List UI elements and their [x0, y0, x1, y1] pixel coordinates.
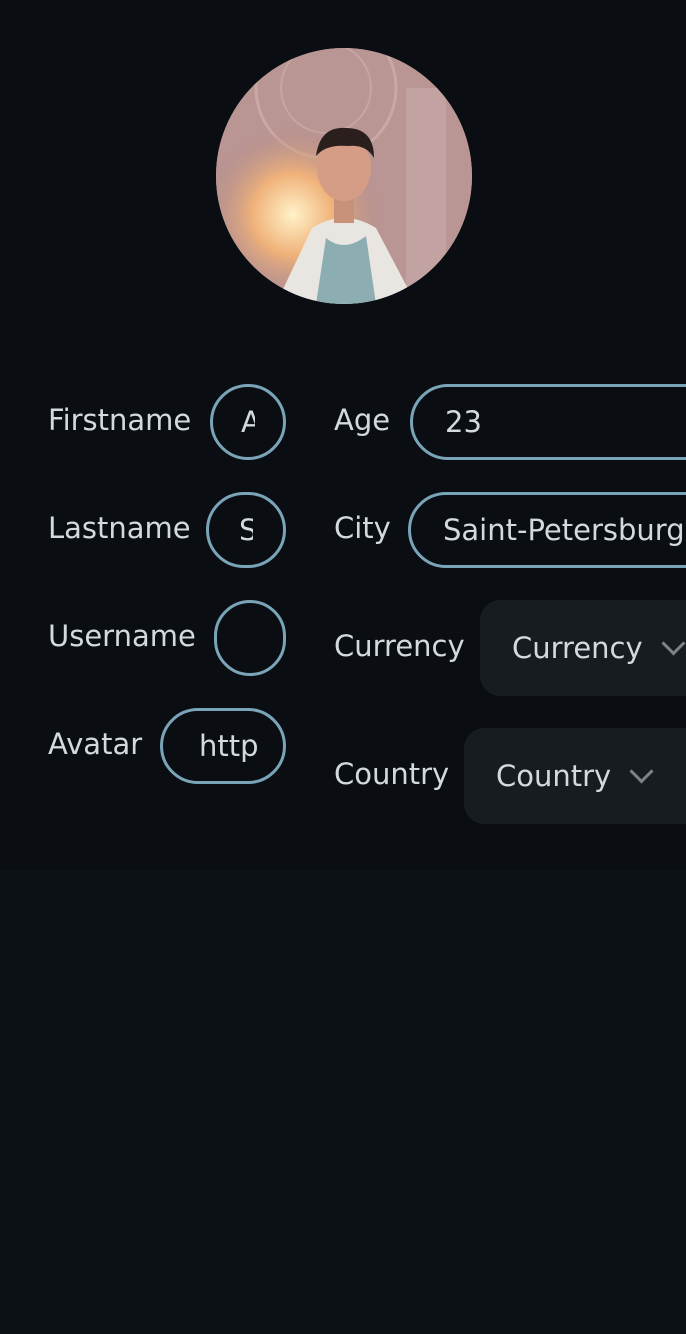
currency-selected-value: Currency — [512, 631, 643, 665]
firstname-label: Firstname — [48, 403, 192, 437]
city-field[interactable] — [408, 492, 686, 568]
avatar-url-field[interactable] — [160, 708, 286, 784]
country-select[interactable]: Country — [464, 728, 686, 824]
age-label: Age — [334, 403, 391, 437]
chevron-down-icon — [661, 631, 686, 656]
username-label: Username — [48, 619, 196, 653]
currency-select[interactable]: Currency — [480, 600, 686, 696]
lastname-label: Lastname — [48, 511, 191, 545]
age-field[interactable] — [410, 384, 686, 460]
lastname-field[interactable] — [206, 492, 286, 568]
chevron-down-icon — [629, 759, 654, 784]
country-label: Country — [334, 757, 450, 791]
username-field[interactable] — [214, 600, 286, 676]
city-label: City — [334, 511, 391, 545]
currency-label: Currency — [334, 629, 465, 663]
country-selected-value: Country — [496, 759, 612, 793]
avatar-image — [216, 48, 472, 304]
firstname-field[interactable] — [210, 384, 286, 460]
profile-card: Firstname Lastname Username Avatar Age C… — [0, 0, 686, 870]
avatar — [216, 48, 472, 304]
avatar-url-label: Avatar — [48, 727, 143, 761]
